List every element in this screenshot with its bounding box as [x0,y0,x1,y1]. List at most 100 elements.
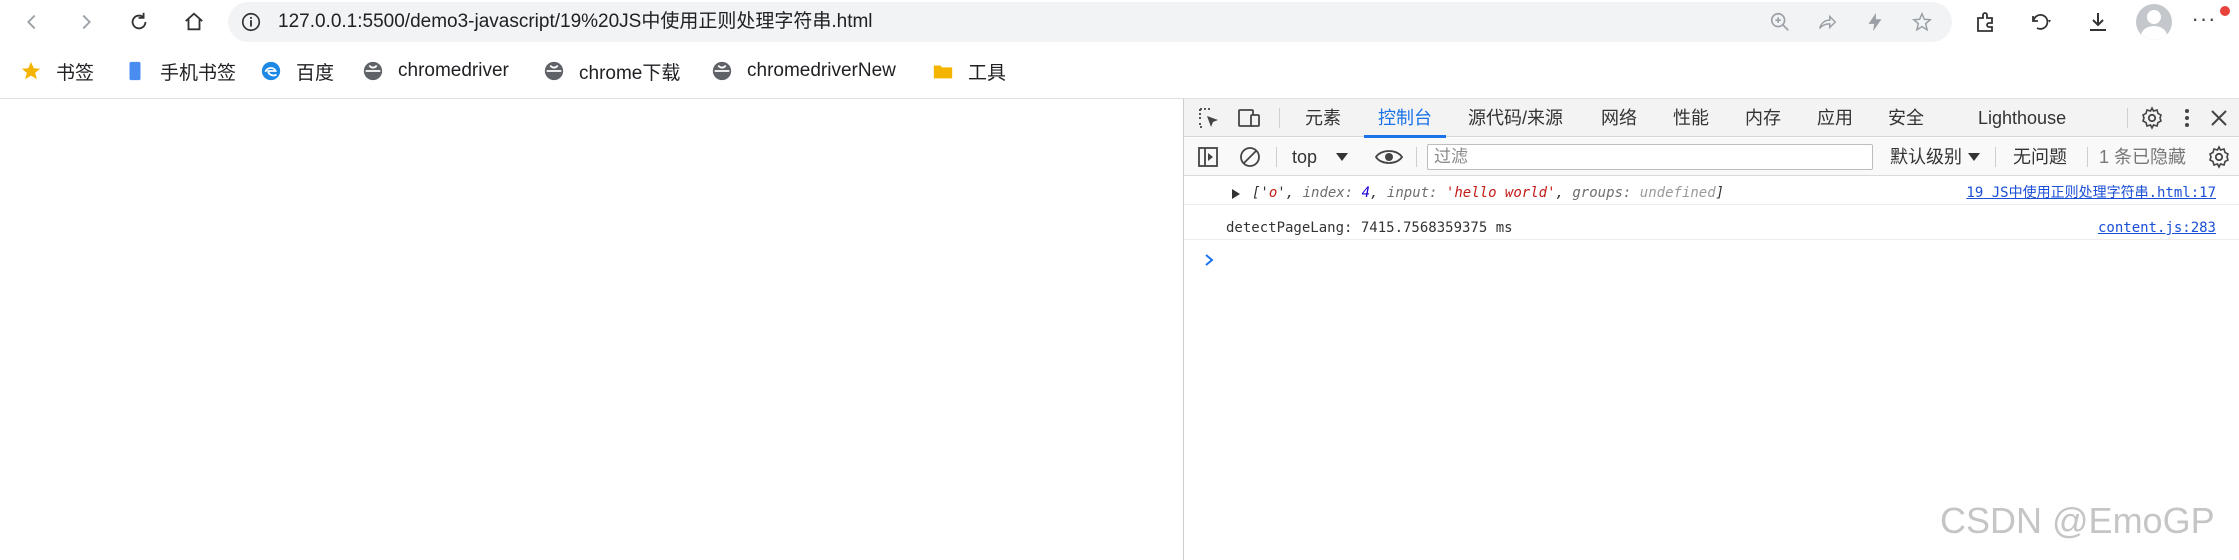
back-arrow-icon [27,14,36,30]
globe-icon [712,61,732,81]
tab-application[interactable]: 应用 [1817,99,1853,137]
star-icon[interactable] [1911,11,1933,33]
browser-toolbar: 127.0.0.1:5500/demo3-javascript/19%20JS中… [0,0,2239,44]
profile-avatar[interactable] [2136,4,2172,40]
bookmark-label: chrome下载 [579,62,681,84]
history-icon [2032,14,2051,30]
kebab-menu-icon[interactable] [2175,106,2199,130]
console-prompt-icon[interactable] [1202,253,1216,267]
expand-triangle-icon[interactable] [1232,189,1240,199]
bookmark-label: 百度 [296,62,335,84]
url-text[interactable]: 127.0.0.1:5500/demo3-javascript/19%20JS中… [278,2,873,42]
regex-match-object[interactable]: ['o', index: 4, input: 'hello world', gr… [1252,181,1724,205]
bookmark-label: 手机书签 [160,62,237,84]
devtools-panel: 元素 控制台 源代码/来源 网络 性能 内存 应用 安全 Lighthouse … [1183,99,2239,560]
bookmark-item[interactable]: chromedriverNew [711,50,896,92]
more-menu-button[interactable]: ··· [2186,4,2222,40]
avatar-body [2141,26,2167,40]
index-key: index: [1302,185,1362,201]
history-button[interactable] [2026,8,2054,36]
avatar-icon [2147,10,2161,24]
watermark: CSDN @EmoGP [1940,500,2215,541]
devtools-tab-bar: 元素 控制台 源代码/来源 网络 性能 内存 应用 安全 Lighthouse [1184,99,2239,138]
source-link[interactable]: content.js:283 [2098,216,2216,240]
bookmarks-bar: 书签 手机书签 百度 chromedriver chrome下载 chromed… [0,50,2239,92]
tab-console[interactable]: 控制台 [1364,99,1446,138]
info-icon[interactable] [240,11,262,33]
star-icon [21,61,41,80]
toolbar-separator [1276,147,1277,167]
log-levels-dropdown[interactable]: 默认级别 [1890,138,1962,176]
chevron-down-icon[interactable] [1336,153,1348,161]
bookmark-item[interactable]: chrome下载 [543,50,680,92]
share-icon[interactable] [1816,11,1838,33]
inspect-element-icon[interactable] [1197,106,1221,130]
console-message[interactable]: detectPageLang: 7415.7568359375 ms conte… [1184,216,2239,240]
page-viewport[interactable] [0,99,1183,560]
globe-icon [363,61,383,81]
groups-value: undefined [1639,185,1716,201]
input-value: 'hello world' [1445,185,1556,201]
tab-security[interactable]: 安全 [1888,99,1924,137]
tab-elements[interactable]: 元素 [1305,99,1341,137]
bookmark-label: chromedriver [398,60,509,81]
downloads-button[interactable] [2084,8,2112,36]
tab-lighthouse[interactable]: Lighthouse [1978,99,2066,137]
forward-button[interactable] [70,6,102,38]
hidden-messages-count: 1 条已隐藏 [2099,147,2187,167]
forward-arrow-icon [82,14,91,30]
issues-button[interactable]: 无问题 [2013,138,2067,176]
context-selector[interactable]: top [1292,138,1317,176]
lightning-icon[interactable] [1864,11,1886,33]
gear-icon[interactable] [2140,106,2164,130]
groups-key: groups: [1572,185,1640,201]
tab-sources[interactable]: 源代码/来源 [1468,99,1563,137]
timing-message: detectPageLang: 7415.7568359375 ms [1226,220,1513,236]
puzzle-icon [1977,12,1993,32]
address-bar[interactable]: 127.0.0.1:5500/demo3-javascript/19%20JS中… [228,2,1952,42]
bookmark-label: 工具 [968,62,1007,84]
gear-icon[interactable] [2207,145,2231,169]
tab-performance[interactable]: 性能 [1673,99,1709,137]
source-link[interactable]: 19 JS中使用正则处理字符串.html:17 [1966,181,2216,205]
edge-icon [261,61,281,81]
sidebar-toggle-icon[interactable] [1196,145,1220,169]
toolbar-separator [1995,147,1996,167]
back-button[interactable] [16,6,48,38]
array-open: [' [1252,185,1269,201]
console-message[interactable]: ['o', index: 4, input: 'hello world', gr… [1184,181,2239,205]
home-icon [185,12,203,31]
close-icon[interactable] [2207,106,2231,130]
clear-console-icon[interactable] [1238,145,1262,169]
toolbar-separator [2087,147,2088,167]
reload-button[interactable] [123,6,155,38]
bookmark-item[interactable]: chromedriver [362,50,509,92]
bookmark-item[interactable]: 百度 [260,50,334,92]
phone-icon [129,61,141,81]
zoom-icon[interactable] [1769,11,1791,33]
bookmark-item[interactable]: 工具 [932,50,1006,92]
extensions-button[interactable] [1972,8,2000,36]
reload-icon [131,12,147,30]
tab-separator [2127,108,2128,128]
home-button[interactable] [178,6,210,38]
array-close: ] [1715,185,1725,201]
folder-icon [933,65,953,79]
notification-badge [2220,6,2230,16]
filter-input[interactable] [1427,144,1873,170]
bookmark-item[interactable]: 手机书签 [124,50,236,92]
separator: , [1555,185,1573,201]
eye-icon[interactable] [1374,145,1404,169]
toolbar-separator [1416,147,1417,167]
bookmark-item[interactable]: 书签 [20,50,94,92]
tab-separator [1279,108,1280,128]
tab-memory[interactable]: 内存 [1745,99,1781,137]
device-toolbar-icon[interactable] [1237,106,1261,130]
separator: ', [1277,185,1303,201]
separator: , [1370,185,1387,201]
bookmark-label: chromedriverNew [747,60,896,81]
chevron-down-icon[interactable] [1968,153,1980,161]
input-key: input: [1386,185,1446,201]
bookmark-label: 书签 [56,62,95,84]
tab-network[interactable]: 网络 [1601,99,1637,137]
